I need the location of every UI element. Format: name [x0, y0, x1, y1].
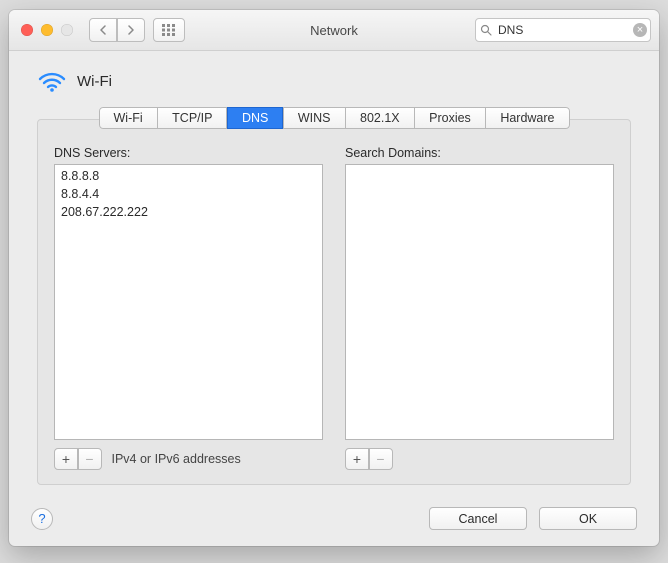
help-button[interactable]: ? — [31, 508, 53, 530]
traffic-lights — [21, 24, 73, 36]
search-domains-column: Search Domains: + − — [345, 146, 614, 470]
zoom-window-icon — [61, 24, 73, 36]
body-content: Wi-Fi Wi-FiTCP/IPDNSWINS802.1XProxiesHar… — [9, 51, 659, 495]
domains-below-row: + − — [345, 448, 614, 470]
dns-remove-button[interactable]: − — [78, 448, 102, 470]
tab-dns[interactable]: DNS — [227, 107, 283, 129]
push-buttons: Cancel OK — [429, 507, 637, 530]
tab-hardware[interactable]: Hardware — [485, 107, 569, 129]
clear-search-icon[interactable]: × — [633, 23, 647, 37]
chevron-right-icon — [127, 25, 135, 35]
domains-plusminus: + − — [345, 448, 393, 470]
show-all-button[interactable] — [153, 18, 185, 42]
nav-group — [89, 18, 145, 42]
dns-server-entry[interactable]: 8.8.4.4 — [61, 185, 316, 203]
dns-add-button[interactable]: + — [54, 448, 78, 470]
search-domains-list[interactable] — [345, 164, 614, 440]
close-window-icon[interactable] — [21, 24, 33, 36]
dns-server-entry[interactable]: 8.8.8.8 — [61, 167, 316, 185]
search-input[interactable] — [475, 18, 651, 42]
dns-below-row: + − IPv4 or IPv6 addresses — [54, 448, 323, 470]
settings-tabs: Wi-FiTCP/IPDNSWINS802.1XProxiesHardware — [99, 107, 570, 129]
grid-icon — [162, 24, 176, 36]
back-button[interactable] — [89, 18, 117, 42]
connection-name: Wi-Fi — [77, 73, 112, 90]
domains-remove-button[interactable]: − — [369, 448, 393, 470]
titlebar: Network × — [9, 10, 659, 51]
cancel-button[interactable]: Cancel — [429, 507, 527, 530]
tab-802-1x[interactable]: 802.1X — [345, 107, 415, 129]
tab-row: Wi-FiTCP/IPDNSWINS802.1XProxiesHardware — [17, 107, 651, 129]
tab-wi-fi[interactable]: Wi-Fi — [99, 107, 158, 129]
connection-header: Wi-Fi — [17, 65, 651, 107]
tab-proxies[interactable]: Proxies — [414, 107, 486, 129]
columns: DNS Servers: 8.8.8.88.8.4.4208.67.222.22… — [54, 146, 614, 470]
forward-button[interactable] — [117, 18, 145, 42]
dns-column: DNS Servers: 8.8.8.88.8.4.4208.67.222.22… — [54, 146, 323, 470]
settings-panel: DNS Servers: 8.8.8.88.8.4.4208.67.222.22… — [37, 119, 631, 485]
wifi-icon — [37, 69, 67, 93]
ok-button[interactable]: OK — [539, 507, 637, 530]
tab-wins[interactable]: WINS — [283, 107, 346, 129]
minimize-window-icon[interactable] — [41, 24, 53, 36]
chevron-left-icon — [99, 25, 107, 35]
button-row: ? Cancel OK — [9, 495, 659, 546]
search-domains-label: Search Domains: — [345, 146, 614, 160]
dns-server-entry[interactable]: 208.67.222.222 — [61, 203, 316, 221]
domains-add-button[interactable]: + — [345, 448, 369, 470]
dns-plusminus: + − — [54, 448, 102, 470]
dns-label: DNS Servers: — [54, 146, 323, 160]
network-window: Network × Wi-Fi — [9, 10, 659, 546]
search-icon — [480, 24, 492, 36]
dns-servers-list[interactable]: 8.8.8.88.8.4.4208.67.222.222 — [54, 164, 323, 440]
dns-hint: IPv4 or IPv6 addresses — [112, 452, 241, 466]
tab-tcp-ip[interactable]: TCP/IP — [157, 107, 227, 129]
search-wrap: × — [475, 18, 651, 42]
